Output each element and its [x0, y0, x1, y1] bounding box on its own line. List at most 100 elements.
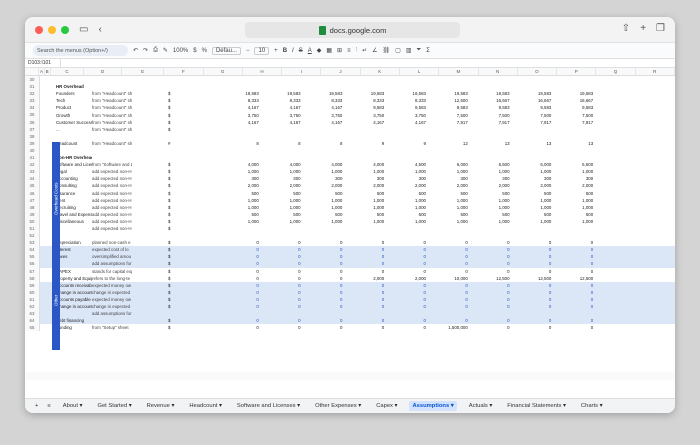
tabs-overview-icon[interactable]: ❐ — [656, 23, 665, 34]
value-cell[interactable]: 0 — [512, 304, 554, 309]
row-unit-cell[interactable]: $ — [132, 205, 177, 210]
wrap-icon[interactable]: ↵ — [362, 47, 367, 54]
close-window-button[interactable] — [35, 25, 43, 34]
value-cell[interactable]: 0 — [470, 254, 512, 259]
paint-format-icon[interactable]: ✎ — [163, 47, 168, 54]
value-cell[interactable]: 2,000 — [386, 276, 428, 281]
value-cell[interactable]: 0 — [386, 283, 428, 288]
row-number[interactable]: 37 — [25, 125, 40, 133]
column-header[interactable]: O — [518, 68, 558, 75]
value-cell[interactable]: 300 — [553, 176, 595, 181]
valign-icon[interactable]: ⫶ — [356, 47, 358, 54]
value-cell[interactable]: 12,500 — [428, 98, 470, 103]
row-note-cell[interactable]: oversimplified amou — [92, 254, 132, 259]
row-unit-cell[interactable]: $ — [132, 276, 177, 281]
value-cell[interactable]: 1,000 — [344, 198, 386, 203]
value-cell[interactable]: 500 — [470, 191, 512, 196]
row-note-cell[interactable]: add expected non-H — [92, 183, 132, 188]
value-cell[interactable]: 0 — [219, 269, 261, 274]
value-cell[interactable]: 9,583 — [344, 105, 386, 110]
name-box[interactable]: D103:I101 — [25, 59, 61, 67]
value-cell[interactable]: 4,167 — [261, 105, 303, 110]
value-cell[interactable]: 1,000 — [512, 169, 554, 174]
value-cell[interactable]: 0 — [553, 283, 595, 288]
value-cell[interactable]: 7,917 — [553, 120, 595, 125]
row-number[interactable]: 45 — [25, 182, 40, 190]
value-cell[interactable]: 0 — [344, 325, 386, 330]
sheet-tab-other-expenses[interactable]: Other Expenses ▾ — [312, 401, 364, 411]
value-cell[interactable]: 2,000 — [553, 183, 595, 188]
row-note-cell[interactable]: from "Software and L — [92, 162, 132, 167]
row-note-cell[interactable]: expected money ow — [92, 297, 132, 302]
row-unit-cell[interactable]: $ — [132, 127, 177, 132]
value-cell[interactable]: 1,000 — [428, 169, 470, 174]
column-header[interactable]: P — [557, 68, 597, 75]
value-cell[interactable]: 1,000 — [553, 219, 595, 224]
value-cell[interactable]: 0 — [261, 247, 303, 252]
value-cell[interactable]: 0 — [219, 297, 261, 302]
row-label-cell[interactable]: Customer Success — [52, 120, 92, 125]
value-cell[interactable]: 0 — [344, 261, 386, 266]
sheet-tab-get-started[interactable]: Get Started ▾ — [94, 401, 134, 411]
value-cell[interactable]: 500 — [553, 212, 595, 217]
value-cell[interactable]: 1,000 — [428, 198, 470, 203]
value-cell[interactable]: 500 — [261, 191, 303, 196]
row-number[interactable]: 42 — [25, 161, 40, 169]
value-cell[interactable]: 8,333 — [344, 98, 386, 103]
maximize-window-button[interactable] — [61, 25, 69, 34]
value-cell[interactable]: 0 — [261, 276, 303, 281]
sheet-tab-capex[interactable]: Capex ▾ — [373, 401, 400, 411]
row-unit-cell[interactable]: $ — [132, 191, 177, 196]
value-cell[interactable]: 0 — [386, 297, 428, 302]
value-cell[interactable]: 19,583 — [344, 91, 386, 96]
menu-search-input[interactable]: Search the menus (Option+/) — [33, 45, 128, 56]
value-cell[interactable]: 0 — [470, 290, 512, 295]
value-cell[interactable]: 0 — [261, 269, 303, 274]
value-cell[interactable]: 9,583 — [512, 105, 554, 110]
value-cell[interactable]: 7,917 — [470, 120, 512, 125]
strikethrough-icon[interactable]: S — [299, 48, 303, 54]
comment-icon[interactable]: ▢ — [395, 47, 401, 54]
row-note-cell[interactable]: from "Headcount" sh — [92, 120, 132, 125]
row-note-cell[interactable]: from "Headcount" sh — [92, 98, 132, 103]
value-cell[interactable]: 0 — [386, 240, 428, 245]
value-cell[interactable]: 4,500 — [386, 162, 428, 167]
row-unit-cell[interactable]: $ — [132, 318, 177, 323]
chart-icon[interactable]: ▥ — [406, 47, 412, 54]
value-cell[interactable]: 19,583 — [512, 91, 554, 96]
value-cell[interactable]: 1,000 — [219, 205, 261, 210]
value-cell[interactable]: 0 — [512, 254, 554, 259]
value-cell[interactable]: 0 — [470, 318, 512, 323]
value-cell[interactable]: 12,500 — [470, 276, 512, 281]
value-cell[interactable]: 0 — [512, 240, 554, 245]
column-header[interactable]: E — [122, 68, 165, 75]
redo-icon[interactable]: ↷ — [143, 47, 148, 54]
value-cell[interactable]: 9,583 — [428, 105, 470, 110]
sheet-tab-revenue[interactable]: Revenue ▾ — [144, 401, 178, 411]
value-cell[interactable]: 1,000 — [470, 219, 512, 224]
back-arrow-icon[interactable]: ‹ — [98, 24, 101, 35]
value-cell[interactable]: 1,000 — [261, 198, 303, 203]
value-cell[interactable]: 0 — [219, 290, 261, 295]
value-cell[interactable]: 300 — [470, 176, 512, 181]
value-cell[interactable]: 2,000 — [219, 183, 261, 188]
value-cell[interactable]: 0 — [261, 318, 303, 323]
value-cell[interactable]: 500 — [344, 191, 386, 196]
value-cell[interactable]: 2,000 — [303, 183, 345, 188]
value-cell[interactable]: 8,333 — [261, 98, 303, 103]
value-cell[interactable]: 0 — [386, 261, 428, 266]
row-unit-cell[interactable]: $ — [132, 176, 177, 181]
row-note-cell[interactable]: from "Headcount" sh — [92, 91, 132, 96]
value-cell[interactable]: 3,750 — [386, 113, 428, 118]
value-cell[interactable]: 19,583 — [261, 91, 303, 96]
value-cell[interactable]: 0 — [303, 318, 345, 323]
value-cell[interactable]: 0 — [553, 269, 595, 274]
row-unit-cell[interactable]: $ — [132, 290, 177, 295]
sheet-tab-headcount[interactable]: Headcount ▾ — [186, 401, 225, 411]
value-cell[interactable]: 13 — [512, 141, 554, 146]
row-unit-cell[interactable]: $ — [132, 113, 177, 118]
row-note-cell[interactable]: add expected non-H — [92, 198, 132, 203]
value-cell[interactable]: 1,000 — [386, 205, 428, 210]
value-cell[interactable]: 19,583 — [428, 91, 470, 96]
row-number[interactable]: 57 — [25, 267, 40, 275]
